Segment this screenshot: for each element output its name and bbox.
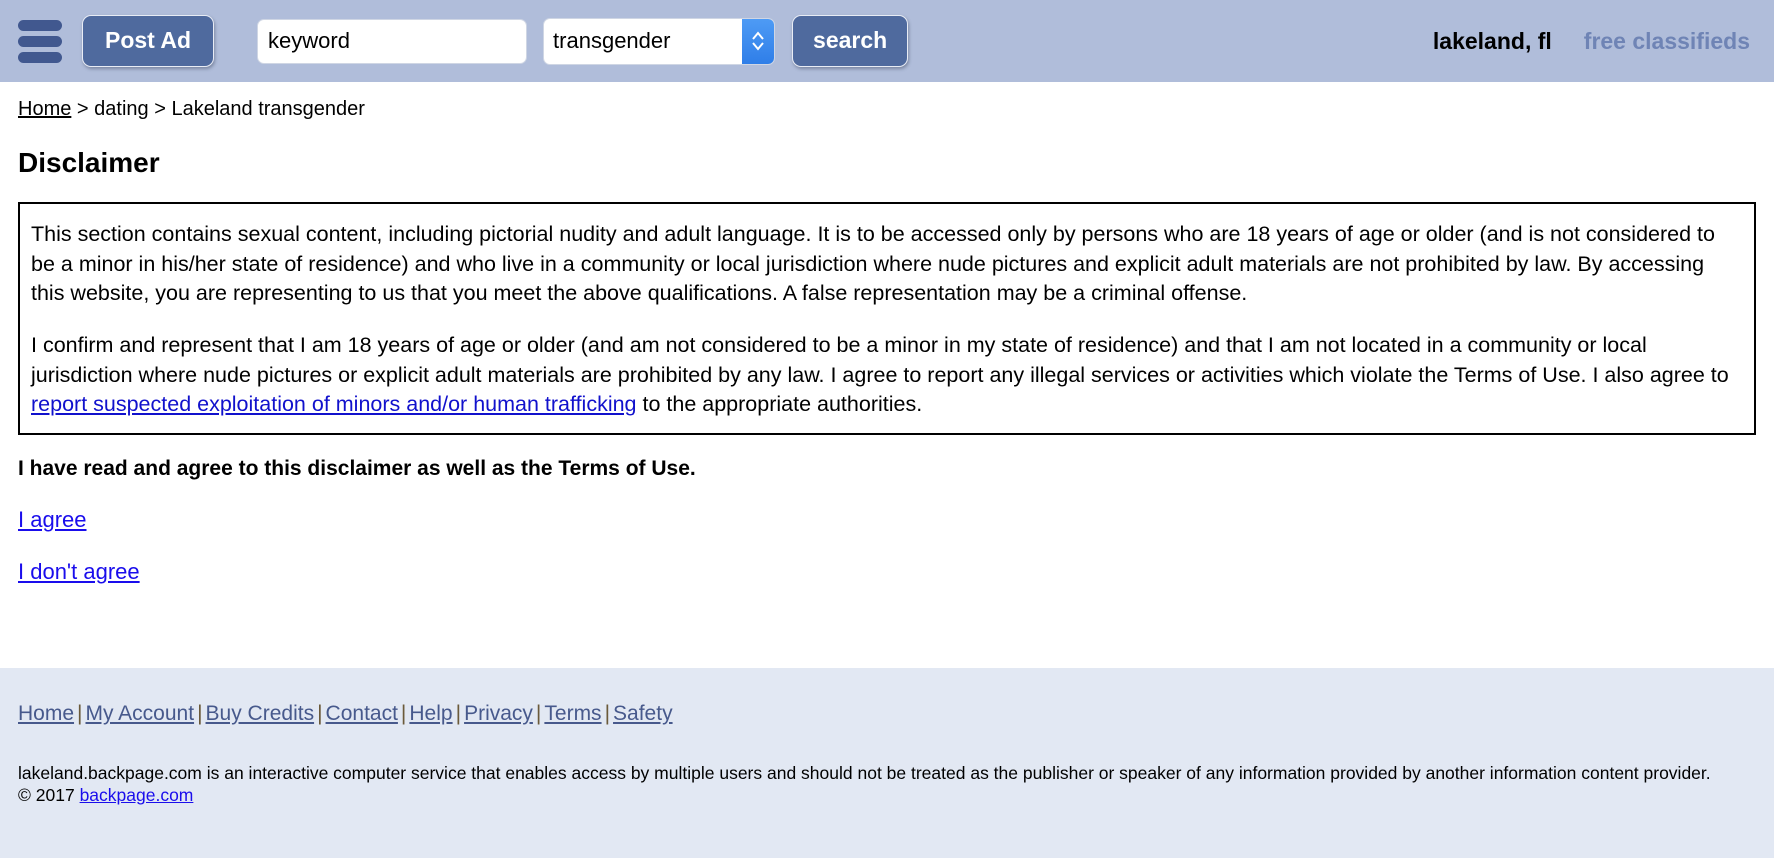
menu-bar-3 bbox=[18, 52, 62, 63]
footer-link-home[interactable]: Home bbox=[18, 702, 74, 725]
hamburger-menu-icon[interactable] bbox=[14, 15, 66, 67]
i-agree-row: I agree bbox=[18, 481, 1756, 533]
backpage-link[interactable]: backpage.com bbox=[80, 785, 194, 805]
footer-separator: | bbox=[602, 702, 613, 725]
footer-link-help[interactable]: Help bbox=[409, 702, 452, 725]
free-classifieds-link[interactable]: free classifieds bbox=[1584, 28, 1750, 55]
disclaimer-paragraph-2: I confirm and represent that I am 18 yea… bbox=[31, 331, 1743, 420]
keyword-input[interactable] bbox=[257, 19, 527, 64]
footer-separator: | bbox=[74, 702, 85, 725]
i-dont-agree-link[interactable]: I don't agree bbox=[18, 559, 140, 585]
disclaimer-box: This section contains sexual content, in… bbox=[18, 202, 1756, 435]
agree-statement: I have read and agree to this disclaimer… bbox=[18, 457, 1756, 481]
footer-separator: | bbox=[194, 702, 205, 725]
breadcrumb-home-link[interactable]: Home bbox=[18, 98, 71, 120]
page-title: Disclaimer bbox=[18, 147, 1756, 179]
i-agree-link[interactable]: I agree bbox=[18, 507, 87, 533]
footer-separator: | bbox=[453, 702, 464, 725]
footer-separator: | bbox=[533, 702, 544, 725]
footer-notice-text: lakeland.backpage.com is an interactive … bbox=[18, 763, 1711, 783]
footer-link-my-account[interactable]: My Account bbox=[86, 702, 195, 725]
category-select-value: transgender bbox=[544, 28, 742, 54]
breadcrumb-category: dating bbox=[94, 98, 149, 120]
footer-link-safety[interactable]: Safety bbox=[613, 702, 673, 725]
breadcrumb-separator-2: > bbox=[149, 98, 172, 120]
footer-link-privacy[interactable]: Privacy bbox=[464, 702, 533, 725]
footer-copyright-prefix: © 2017 bbox=[18, 785, 80, 805]
footer-nav: Home|My Account|Buy Credits|Contact|Help… bbox=[18, 702, 1756, 726]
disclaimer-paragraph-2-text-after: to the appropriate authorities. bbox=[637, 392, 923, 416]
report-trafficking-link[interactable]: report suspected exploitation of minors … bbox=[31, 392, 637, 416]
breadcrumb-current: Lakeland transgender bbox=[171, 98, 364, 120]
footer-separator: | bbox=[314, 702, 325, 725]
search-button[interactable]: search bbox=[792, 15, 908, 67]
footer-link-contact[interactable]: Contact bbox=[326, 702, 398, 725]
footer-separator: | bbox=[398, 702, 409, 725]
category-select[interactable]: transgender bbox=[543, 18, 775, 65]
breadcrumb: Home > dating > Lakeland transgender bbox=[18, 98, 1756, 121]
location-label: lakeland, fl bbox=[1433, 28, 1552, 55]
post-ad-button[interactable]: Post Ad bbox=[82, 15, 214, 67]
footer-link-terms[interactable]: Terms bbox=[544, 702, 601, 725]
breadcrumb-separator-1: > bbox=[71, 98, 94, 120]
i-dont-agree-row: I don't agree bbox=[18, 533, 1756, 585]
disclaimer-paragraph-1: This section contains sexual content, in… bbox=[31, 220, 1743, 309]
site-header: Post Ad transgender search lakeland, fl … bbox=[0, 0, 1774, 82]
header-right-group: lakeland, fl free classifieds bbox=[1433, 28, 1756, 55]
updown-spinner-icon[interactable] bbox=[742, 19, 774, 64]
main-content: Home > dating > Lakeland transgender Dis… bbox=[0, 98, 1774, 585]
footer-link-buy-credits[interactable]: Buy Credits bbox=[206, 702, 315, 725]
menu-bar-1 bbox=[18, 20, 62, 31]
menu-bar-2 bbox=[18, 36, 62, 47]
footer-notice: lakeland.backpage.com is an interactive … bbox=[18, 762, 1756, 807]
site-footer: Home|My Account|Buy Credits|Contact|Help… bbox=[0, 668, 1774, 858]
disclaimer-paragraph-2-text-before: I confirm and represent that I am 18 yea… bbox=[31, 333, 1729, 387]
